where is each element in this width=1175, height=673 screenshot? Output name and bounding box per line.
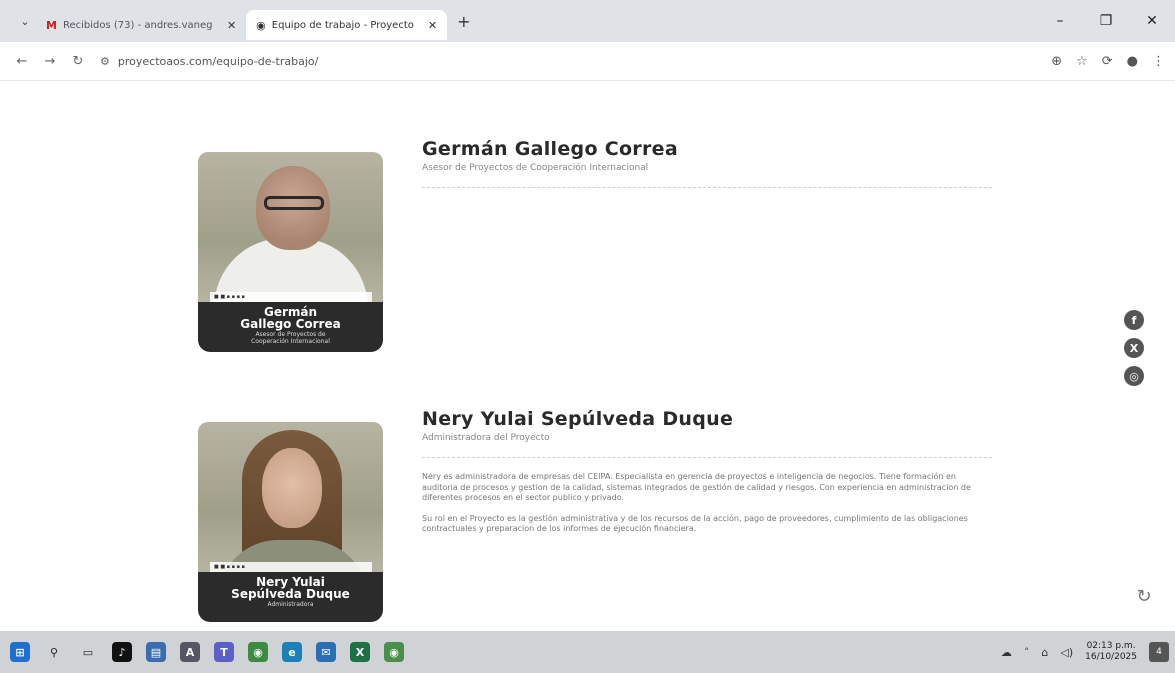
zoom-icon[interactable]: ⊕	[1051, 54, 1062, 69]
bio-paragraph: Nery es administradora de empresas del C…	[422, 472, 971, 502]
close-tab-icon[interactable]: ✕	[428, 19, 437, 32]
glasses-shape	[264, 196, 324, 210]
weather-icon[interactable]: ☁	[1001, 646, 1012, 659]
app-icon[interactable]: A	[180, 642, 200, 662]
excel-icon[interactable]: X	[350, 642, 370, 662]
social-links: f X ◎	[1124, 310, 1144, 386]
divider	[422, 187, 992, 188]
maximize-button[interactable]: ❐	[1083, 13, 1129, 29]
member-role: Administradora del Proyecto	[422, 433, 550, 443]
profile-icon[interactable]: ●	[1127, 54, 1138, 69]
forward-arrow-icon[interactable]: →	[36, 54, 64, 69]
tab-equipo[interactable]: ◉ Equipo de trabajo - Proyecto ✕	[246, 10, 448, 40]
tray-chevron-icon[interactable]: ˄	[1024, 646, 1030, 659]
clock-time: 02:13 p.m.	[1086, 641, 1136, 651]
url-text[interactable]: proyectoaos.com/equipo-de-trabajo/	[118, 55, 318, 68]
toolbar-actions: ⊕ ☆ ⟳ ● ⋮	[1051, 54, 1165, 69]
bio-paragraph: Su rol en el Proyecto es la gestión admi…	[422, 513, 968, 534]
tab-search-button[interactable]: ⌄	[14, 15, 36, 28]
tab-bar: ⌄ M Recibidos (73) - andres.vanegas ✕ ◉ …	[0, 0, 1175, 42]
network-icon[interactable]: ⌂	[1041, 646, 1048, 659]
search-icon[interactable]: ⚲	[44, 642, 64, 662]
member-role: Asesor de Proyectos de Cooperación Inter…	[422, 163, 649, 173]
close-window-button[interactable]: ✕	[1129, 13, 1175, 29]
tab-title: Recibidos (73) - andres.vanegas	[62, 19, 213, 31]
partner-logos: ■ ■ ▪ ▪ ▪ ▪	[210, 292, 372, 302]
tab-gmail[interactable]: M Recibidos (73) - andres.vanegas ✕	[36, 10, 246, 40]
clock-date: 16/10/2025	[1085, 652, 1137, 662]
chrome-icon[interactable]: ◉	[248, 642, 268, 662]
task-view-icon[interactable]: ▭	[78, 642, 98, 662]
volume-icon[interactable]: ◁)	[1060, 646, 1073, 659]
teams-icon[interactable]: T	[214, 642, 234, 662]
member-info: Nery Yulai Sepúlveda Duque Administrador…	[422, 408, 992, 535]
team-member-card: ■ ■ ▪ ▪ ▪ ▪ Germán Gallego Correa Asesor…	[198, 138, 998, 352]
file-explorer-icon[interactable]: ▤	[146, 642, 166, 662]
photo-role: Administradora	[267, 601, 314, 608]
recaptcha-badge[interactable]: ↻	[1126, 586, 1162, 626]
new-tab-button[interactable]: +	[457, 12, 470, 31]
notification-icon[interactable]: 4	[1149, 642, 1169, 662]
taskbar: ⊞ ⚲ ▭ ♪ ▤ A T ◉ e ✉ X ◉ ☁ ˄ ⌂ ◁) 02:13 p…	[0, 631, 1175, 673]
windows-start-icon[interactable]: ⊞	[10, 642, 30, 662]
divider	[422, 457, 992, 458]
recaptcha-icon: ↻	[1136, 586, 1152, 607]
member-photo: ■ ■ ▪ ▪ ▪ ▪ Nery Yulai Sepúlveda Duque A…	[198, 422, 383, 622]
site-icon: ◉	[256, 18, 266, 32]
reload-icon[interactable]: ↻	[64, 54, 92, 69]
member-photo: ■ ■ ▪ ▪ ▪ ▪ Germán Gallego Correa Asesor…	[198, 152, 383, 352]
member-name: Nery Yulai Sepúlveda Duque	[422, 408, 734, 430]
url-field[interactable]: ⚙ proyectoaos.com/equipo-de-trabajo/	[100, 48, 920, 74]
extension-icon[interactable]: ⟳	[1102, 54, 1113, 69]
window-controls: – ❐ ✕	[1037, 0, 1175, 42]
close-tab-icon[interactable]: ✕	[227, 19, 236, 32]
member-name: Germán Gallego Correa	[422, 138, 678, 160]
x-icon[interactable]: X	[1124, 338, 1144, 358]
system-tray: ☁ ˄ ⌂ ◁) 02:13 p.m. 16/10/2025 4	[1001, 641, 1169, 663]
edge-icon[interactable]: e	[282, 642, 302, 662]
bookmark-star-icon[interactable]: ☆	[1076, 54, 1088, 69]
site-settings-icon[interactable]: ⚙	[100, 55, 110, 68]
back-arrow-icon[interactable]: ←	[8, 54, 36, 69]
address-bar: ← → ↻ ⚙ proyectoaos.com/equipo-de-trabaj…	[0, 42, 1175, 81]
member-bio: Nery es administradora de empresas del C…	[422, 472, 992, 535]
clock[interactable]: 02:13 p.m. 16/10/2025	[1085, 641, 1137, 663]
photo-name: Nery Yulai Sepúlveda Duque	[231, 575, 350, 601]
mail-icon[interactable]: ✉	[316, 642, 336, 662]
photo-banner: Germán Gallego Correa Asesor de Proyecto…	[198, 302, 383, 352]
facebook-icon[interactable]: f	[1124, 310, 1144, 330]
photo-role: Asesor de Proyectos de Cooperación Inter…	[251, 331, 330, 345]
tab-title: Equipo de trabajo - Proyecto	[271, 19, 414, 31]
instagram-icon[interactable]: ◎	[1124, 366, 1144, 386]
chrome-active-icon[interactable]: ◉	[384, 642, 404, 662]
minimize-button[interactable]: –	[1037, 13, 1083, 29]
photo-banner: Nery Yulai Sepúlveda Duque Administrador…	[198, 572, 383, 622]
gmail-icon: M	[46, 18, 57, 32]
partner-logos: ■ ■ ▪ ▪ ▪ ▪	[210, 562, 372, 572]
member-info: Germán Gallego Correa Asesor de Proyecto…	[422, 138, 992, 188]
menu-kebab-icon[interactable]: ⋮	[1152, 54, 1165, 69]
team-member-card: ■ ■ ▪ ▪ ▪ ▪ Nery Yulai Sepúlveda Duque A…	[198, 408, 998, 630]
tiktok-icon[interactable]: ♪	[112, 642, 132, 662]
photo-name: Germán Gallego Correa	[240, 305, 341, 331]
